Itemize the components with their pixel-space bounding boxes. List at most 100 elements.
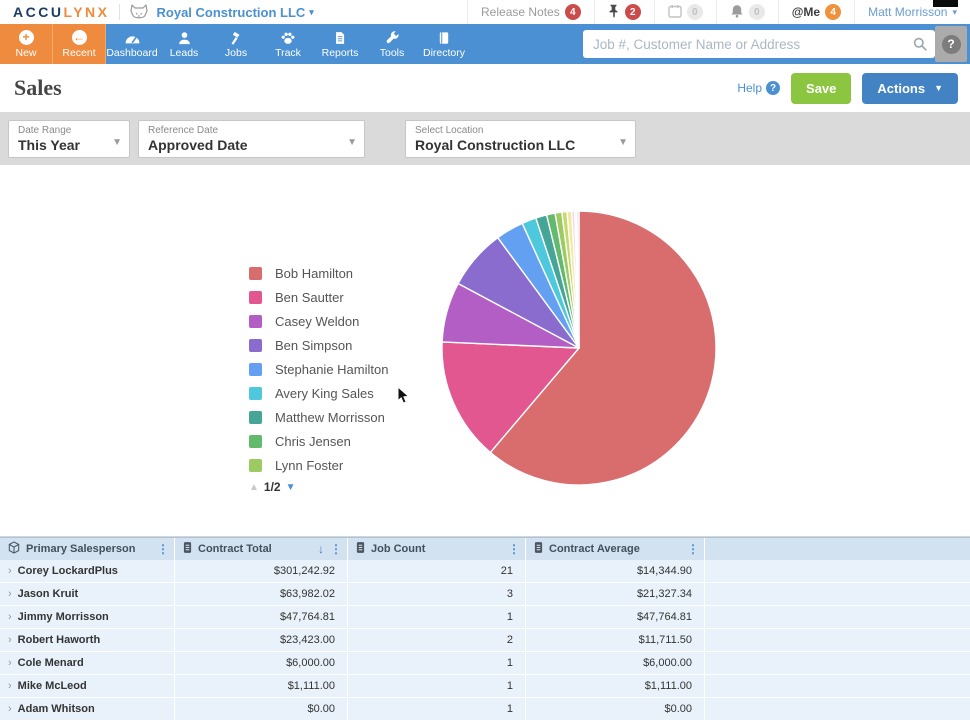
page-header: Sales Help ? Save Actions ▼: [0, 64, 970, 112]
legend-label: Matthew Morrisson: [275, 410, 385, 425]
report-icon: [333, 29, 347, 45]
column-menu-icon[interactable]: ⋮: [687, 542, 699, 556]
sales-table: Primary Salesperson ⋮ Contract Total ↓ ⋮…: [0, 537, 970, 728]
pie-chart: [439, 208, 719, 488]
row-expand-icon[interactable]: ›: [8, 611, 12, 623]
table-row[interactable]: ›Cole Menard $6,000.00 1 $6,000.00: [0, 652, 970, 675]
pie-legend: Bob Hamilton Ben Sautter Casey Weldon Be…: [249, 261, 388, 494]
legend-label: Lynn Foster: [275, 458, 343, 473]
calendar-badge: 0: [687, 4, 703, 20]
nav-item-directory[interactable]: Directory: [418, 24, 470, 64]
legend-item[interactable]: Casey Weldon: [249, 309, 388, 333]
legend-item[interactable]: Ben Simpson: [249, 333, 388, 357]
chevron-down-icon: ▼: [618, 137, 628, 148]
row-expand-icon[interactable]: ›: [8, 703, 12, 715]
divider: [119, 4, 120, 20]
table-row[interactable]: ›Corey LockardPlus $301,242.92 21 $14,34…: [0, 560, 970, 583]
column-header[interactable]: Contract Total ↓ ⋮: [175, 538, 348, 560]
legend-item[interactable]: Bob Hamilton: [249, 261, 388, 285]
main-nav: + New ← Recent Dashboard Leads Jobs Trac…: [0, 24, 970, 64]
filter-dropdown[interactable]: Date Range This Year ▼: [8, 120, 130, 158]
at-me-button[interactable]: @Me 4: [778, 0, 854, 24]
column-menu-icon[interactable]: ⋮: [157, 542, 169, 556]
acculynx-logo[interactable]: ACCULYNX: [0, 4, 110, 20]
table-row[interactable]: ›Jimmy Morrisson $47,764.81 1 $47,764.81: [0, 606, 970, 629]
filter-dropdown[interactable]: Select Location Royal Construction LLC ▼: [405, 120, 636, 158]
screen-artifact: [933, 0, 958, 7]
table-row[interactable]: ›Mike McLeod $1,111.00 1 $1,111.00: [0, 675, 970, 698]
nav-item-jobs[interactable]: Jobs: [210, 24, 262, 64]
legend-label: Casey Weldon: [275, 314, 359, 329]
recent-button[interactable]: ← Recent: [53, 24, 106, 64]
search-box: [583, 30, 935, 58]
table-row[interactable]: ›Adam Whitson $0.00 1 $0.00: [0, 698, 970, 721]
nav-item-tools[interactable]: Tools: [366, 24, 418, 64]
wrench-icon: [385, 29, 400, 45]
table-row[interactable]: ›Robert Haworth $23,423.00 2 $11,711.50: [0, 629, 970, 652]
calendar-icon: [668, 4, 682, 21]
legend-item[interactable]: Lynn Foster: [249, 453, 388, 477]
hammer-icon: [229, 29, 244, 45]
search-input[interactable]: [583, 30, 935, 58]
table-body: ›Corey LockardPlus $301,242.92 21 $14,34…: [0, 560, 970, 721]
row-expand-icon[interactable]: ›: [8, 588, 12, 600]
at-me-label: @Me: [792, 5, 820, 19]
nav-item-label: Leads: [170, 47, 199, 59]
notifications-button[interactable]: 0: [716, 0, 778, 24]
at-me-badge: 4: [825, 4, 841, 20]
legend-page-up-icon[interactable]: ▲: [249, 482, 259, 493]
cube-icon: [8, 541, 20, 557]
nav-item-leads[interactable]: Leads: [158, 24, 210, 64]
pin-badge: 2: [625, 4, 641, 20]
column-header[interactable]: Job Count ⋮: [348, 538, 526, 560]
calendar-button[interactable]: 0: [654, 0, 716, 24]
top-bar: ACCULYNX Royal Construction LLC▾ Release…: [0, 0, 970, 24]
company-selector[interactable]: Royal Construction LLC▾: [157, 5, 314, 20]
logo-lynx: LYNX: [63, 4, 109, 20]
filter-bar: Date Range This Year ▼ Reference Date Ap…: [0, 112, 970, 165]
legend-item[interactable]: Stephanie Hamilton: [249, 357, 388, 381]
person-icon: [177, 29, 192, 45]
sort-desc-icon[interactable]: ↓: [318, 542, 324, 556]
legend-label: Ben Sautter: [275, 290, 344, 305]
column-menu-icon[interactable]: ⋮: [330, 542, 342, 556]
nav-item-dashboard[interactable]: Dashboard: [106, 24, 158, 64]
filter-value: This Year: [18, 137, 107, 153]
nav-item-label: Tools: [380, 47, 405, 59]
release-notes-button[interactable]: Release Notes 4: [467, 0, 594, 24]
nav-item-label: Track: [275, 47, 301, 59]
filter-dropdown[interactable]: Reference Date Approved Date ▼: [138, 120, 365, 158]
help-link[interactable]: Help ?: [737, 81, 780, 95]
row-expand-icon[interactable]: ›: [8, 657, 12, 669]
pinned-items-button[interactable]: 2: [594, 0, 654, 24]
actions-label: Actions: [877, 81, 925, 96]
actions-button[interactable]: Actions ▼: [862, 73, 958, 104]
chevron-down-icon: ▾: [952, 8, 957, 17]
legend-page-down-icon[interactable]: ▼: [286, 482, 296, 493]
global-help-button[interactable]: ?: [935, 26, 967, 62]
row-expand-icon[interactable]: ›: [8, 565, 12, 577]
question-icon: ?: [942, 35, 961, 54]
legend-swatch: [249, 459, 262, 472]
pin-icon: [608, 4, 620, 21]
nav-items: Dashboard Leads Jobs Track Reports Tools…: [106, 24, 470, 64]
legend-pager: ▲1/2▼: [249, 480, 388, 494]
legend-item[interactable]: Ben Sautter: [249, 285, 388, 309]
legend-item[interactable]: Avery King Sales: [249, 381, 388, 405]
column-header[interactable]: Primary Salesperson ⋮: [0, 538, 175, 560]
legend-item[interactable]: Chris Jensen: [249, 429, 388, 453]
nav-item-label: Jobs: [225, 47, 247, 59]
legend-swatch: [249, 387, 262, 400]
nav-item-track[interactable]: Track: [262, 24, 314, 64]
legend-item[interactable]: Matthew Morrisson: [249, 405, 388, 429]
search-icon[interactable]: [913, 37, 927, 56]
save-button[interactable]: Save: [791, 73, 851, 104]
column-menu-icon[interactable]: ⋮: [508, 542, 520, 556]
table-row[interactable]: ›Jason Kruit $63,982.02 3 $21,327.34: [0, 583, 970, 606]
new-button[interactable]: + New: [0, 24, 53, 64]
row-expand-icon[interactable]: ›: [8, 680, 12, 692]
help-label: Help: [737, 81, 762, 95]
row-expand-icon[interactable]: ›: [8, 634, 12, 646]
column-header[interactable]: Contract Average ⋮: [526, 538, 705, 560]
nav-item-reports[interactable]: Reports: [314, 24, 366, 64]
